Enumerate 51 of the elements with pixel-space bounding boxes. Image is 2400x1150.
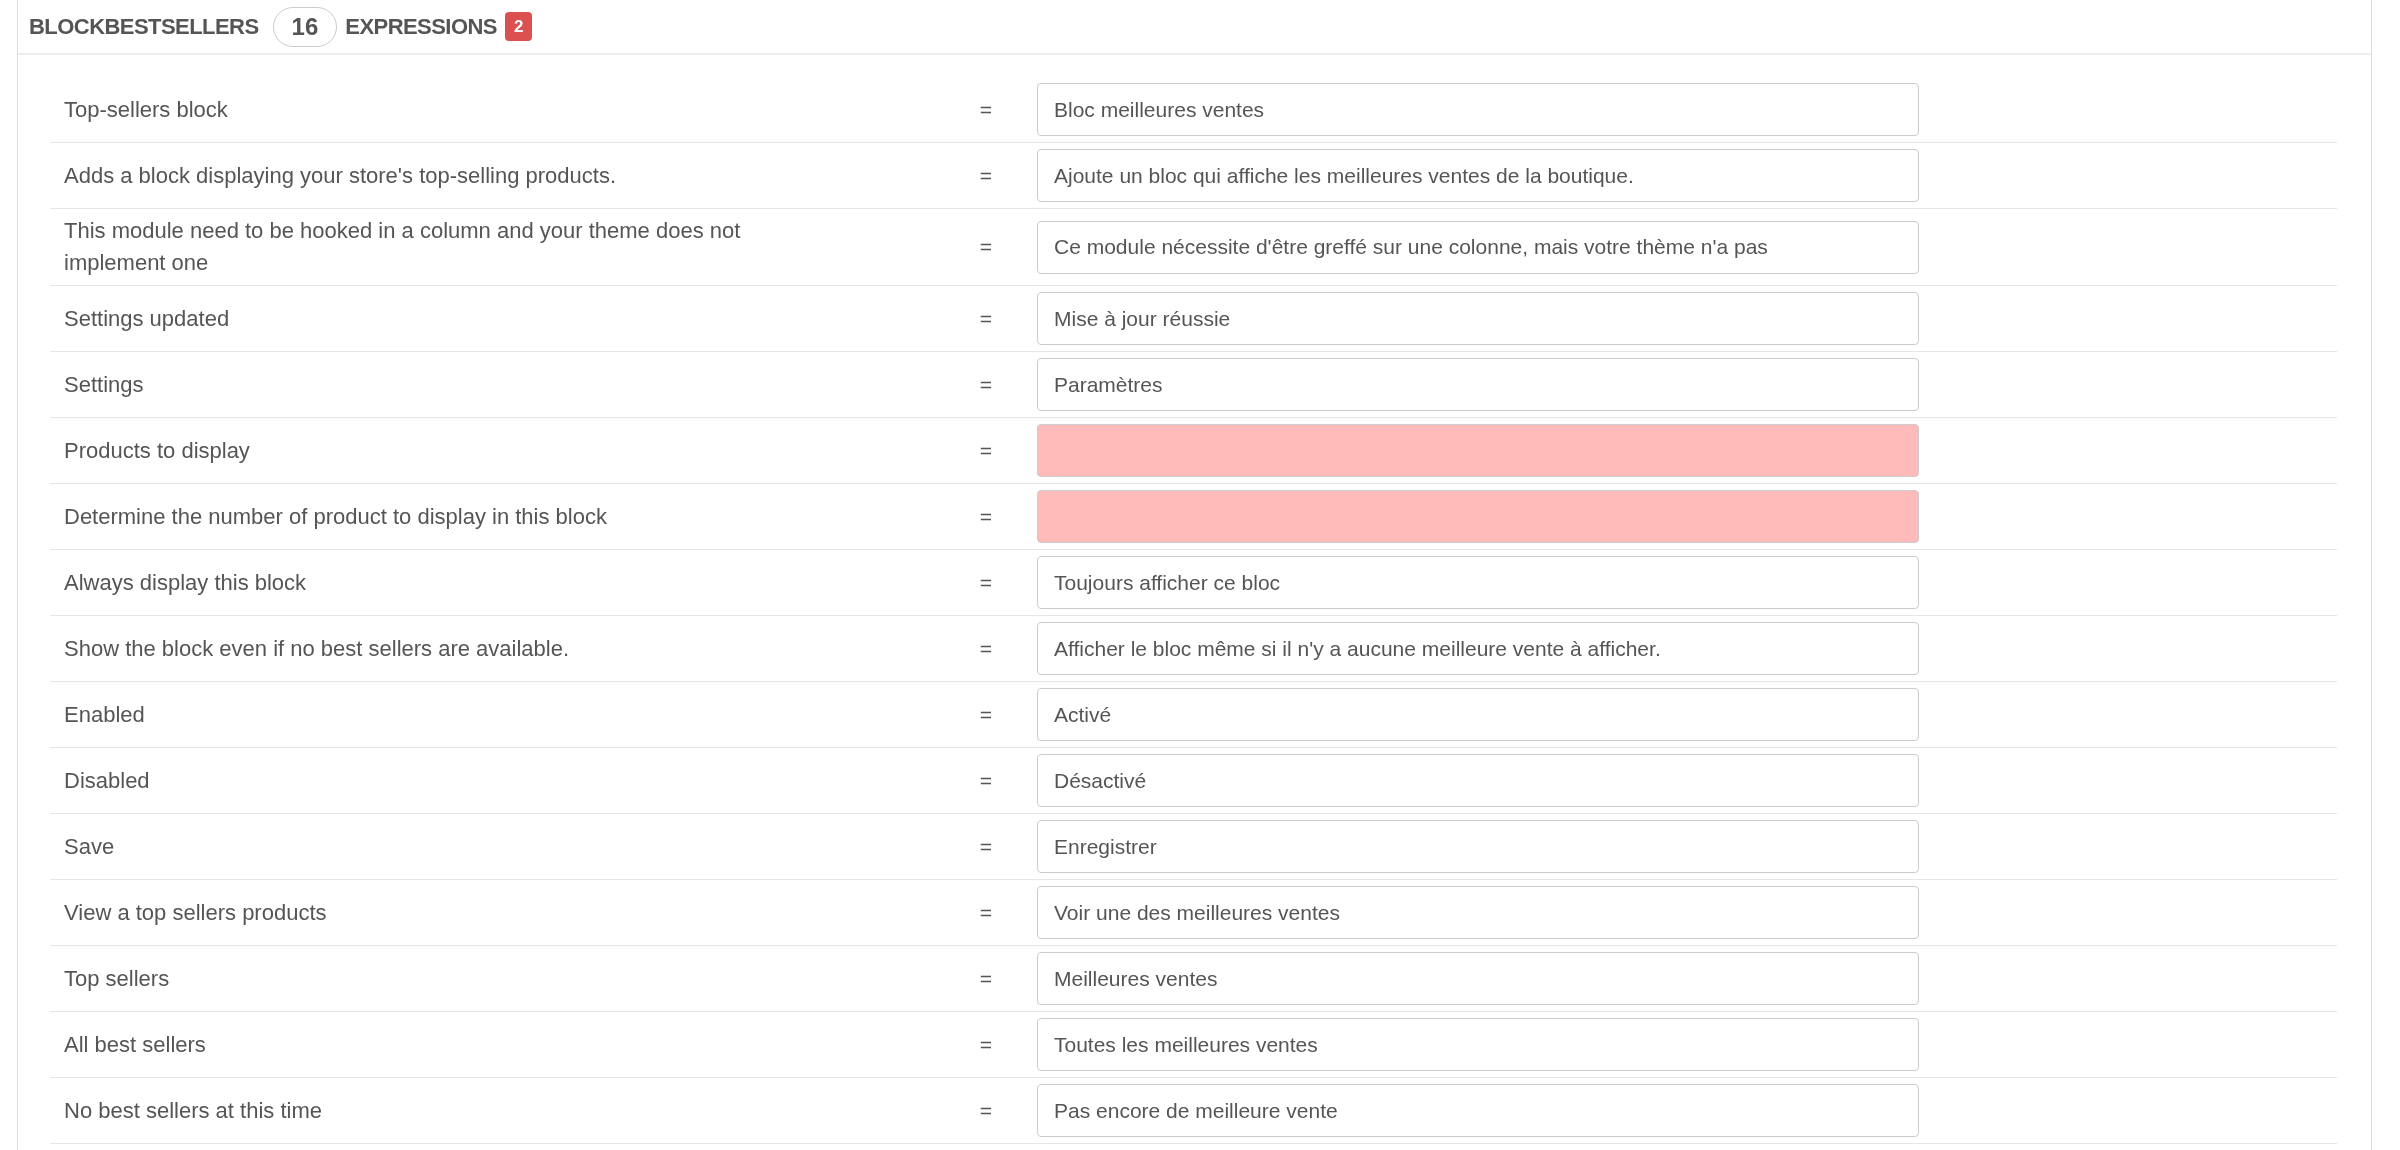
source-text: Top sellers xyxy=(63,964,171,993)
source-text: This module need to be hooked in a column and your theme does not implement one xyxy=(63,217,742,277)
translation-field[interactable]: Meilleures ventes xyxy=(1037,952,1919,1005)
source-text: Enabled xyxy=(63,700,146,729)
equals-sign: = xyxy=(979,96,993,123)
source-text: No best sellers at this time xyxy=(63,1096,323,1125)
module-name: BLOCKBESTSELLERS xyxy=(29,13,259,41)
equals-sign: = xyxy=(979,635,993,662)
source-text: Top-sellers block xyxy=(63,95,229,124)
equals-sign: = xyxy=(979,1031,993,1058)
translation-field[interactable]: Pas encore de meilleure vente xyxy=(1037,1084,1919,1137)
translation-field[interactable]: Toujours afficher ce bloc xyxy=(1037,556,1919,609)
equals-sign: = xyxy=(979,305,993,332)
source-text: View a top sellers products xyxy=(63,898,328,927)
equals-sign: = xyxy=(979,234,993,261)
translation-field[interactable]: Voir une des meilleures ventes xyxy=(1037,886,1919,939)
source-text: Save xyxy=(63,832,116,861)
translation-field[interactable]: Désactivé xyxy=(1037,754,1919,807)
translation-field[interactable]: Ajoute un bloc qui affiche les meilleures ventes de la boutique. xyxy=(1037,149,1919,202)
translation-field[interactable] xyxy=(1037,424,1919,477)
equals-sign: = xyxy=(979,833,993,860)
source-text: Always display this block xyxy=(63,568,308,597)
source-text: Settings updated xyxy=(63,304,231,333)
equals-sign: = xyxy=(979,162,993,189)
translation-field[interactable]: Bloc meilleures ventes xyxy=(1037,83,1919,136)
translation-field[interactable] xyxy=(1037,490,1919,543)
equals-sign: = xyxy=(979,1097,993,1124)
equals-sign: = xyxy=(979,437,993,464)
equals-sign: = xyxy=(979,767,993,794)
source-text: Determine the number of product to display in this block xyxy=(63,502,608,531)
source-text: Disabled xyxy=(63,766,151,795)
missing-count-badge: 2 xyxy=(504,11,533,42)
translation-field[interactable]: Enregistrer xyxy=(1037,820,1919,873)
source-text: Adds a block displaying your store's top-selling products. xyxy=(63,161,618,190)
equals-sign: = xyxy=(979,371,993,398)
equals-sign: = xyxy=(979,701,993,728)
translation-field[interactable]: Afficher le bloc même si il n'y a aucune meilleure vente à afficher. xyxy=(1037,622,1919,675)
translation-field[interactable]: Activé xyxy=(1037,688,1919,741)
equals-sign: = xyxy=(979,569,993,596)
equals-sign: = xyxy=(979,899,993,926)
translation-field[interactable]: Paramètres xyxy=(1037,358,1919,411)
source-text: Products to display xyxy=(63,436,251,465)
translation-field[interactable]: Toutes les meilleures ventes xyxy=(1037,1018,1919,1071)
equals-sign: = xyxy=(979,965,993,992)
source-text: All best sellers xyxy=(63,1030,207,1059)
translation-field[interactable]: Mise à jour réussie xyxy=(1037,292,1919,345)
source-text: Settings xyxy=(63,370,145,399)
expressions-label: EXPRESSIONS xyxy=(345,13,497,41)
source-text: Show the block even if no best sellers are available. xyxy=(63,634,571,663)
translation-field[interactable]: Ce module nécessite d'être greffé sur une colonne, mais votre thème n'a pas xyxy=(1037,220,1919,274)
equals-sign: = xyxy=(979,503,993,530)
